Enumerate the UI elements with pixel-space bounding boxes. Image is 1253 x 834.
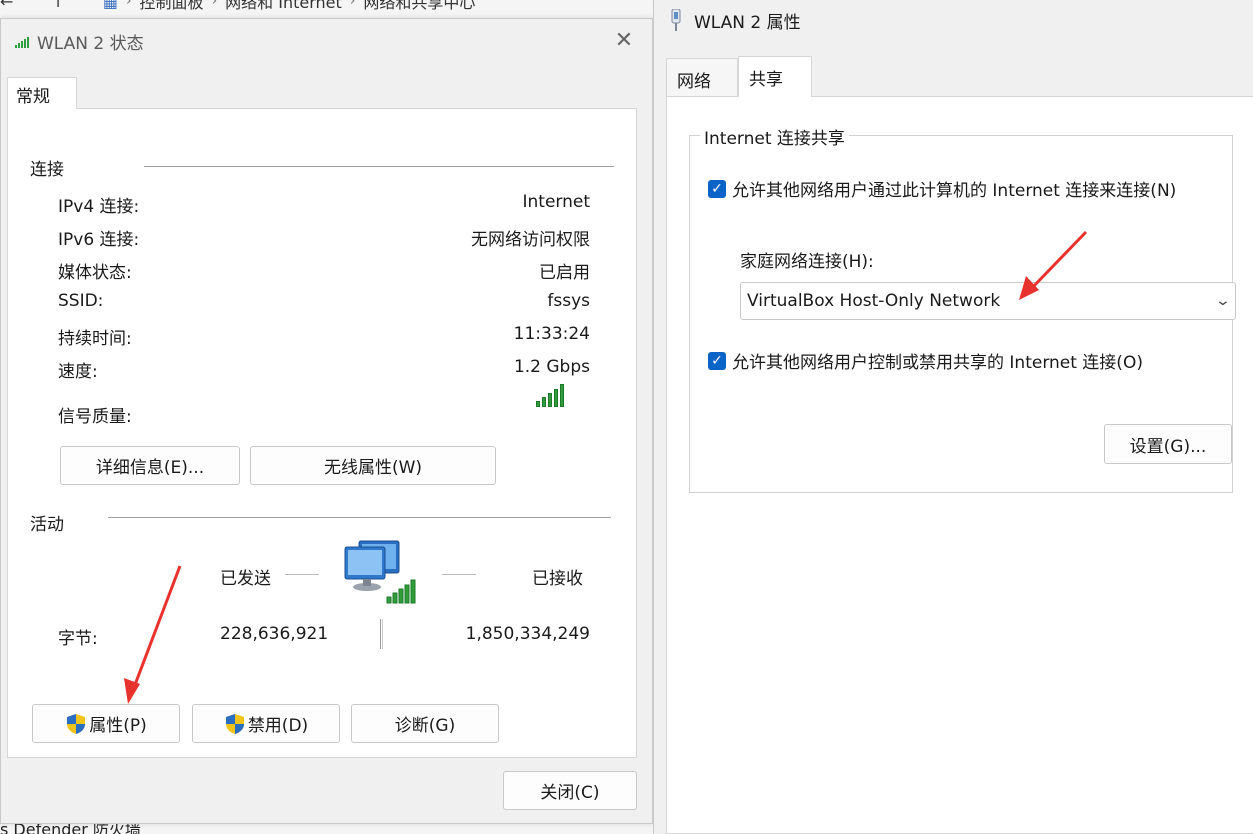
checkbox-checked-icon[interactable]: ✓ [708, 179, 726, 198]
received-line [442, 574, 476, 575]
bytes-divider [380, 619, 383, 649]
properties-dialog-title: WLAN 2 属性 [694, 12, 801, 33]
general-tab-panel: 连接 IPv4 连接: Internet IPv6 连接: 无网络访问权限 媒体… [7, 108, 637, 758]
breadcrumb-item[interactable]: 控制面板 [140, 0, 204, 13]
wifi-signal-icon [15, 36, 29, 48]
connection-group-label: 连接 [30, 160, 64, 180]
breadcrumb-item[interactable]: 网络和 Internet [225, 0, 342, 13]
bytes-received-value: 1,850,334,249 [465, 624, 590, 644]
disable-button-label: 禁用(D) [247, 716, 309, 736]
ipv4-label: IPv4 连接: [58, 197, 140, 217]
close-button[interactable]: 关闭(C) [503, 771, 637, 810]
network-adapter-icon [671, 9, 681, 31]
allow-connect-option[interactable]: ✓ 允许其他网络用户通过此计算机的 Internet 连接来连接(N) [708, 176, 1176, 201]
details-button[interactable]: 详细信息(E)... [60, 446, 240, 485]
home-network-label: 家庭网络连接(H): [740, 252, 874, 272]
breadcrumb-separator-icon: › [211, 0, 218, 9]
allow-control-option[interactable]: ✓ 允许其他网络用户控制或禁用共享的 Internet 连接(O) [708, 348, 1143, 373]
media-state-value: 已启用 [539, 263, 590, 283]
breadcrumb-separator-icon: › [349, 0, 356, 9]
tab-network[interactable]: 网络 [666, 58, 738, 96]
breadcrumb-item[interactable]: 网络和共享中心 [363, 0, 475, 13]
sent-label: 已发送 [220, 569, 271, 589]
wlan-status-dialog: WLAN 2 状态 ✕ 常规 连接 IPv4 连接: Internet IPv6… [0, 18, 653, 824]
ipv6-label: IPv6 连接: [58, 230, 140, 250]
signal-quality-icon [536, 384, 564, 407]
speed-value: 1.2 Gbps [513, 357, 590, 377]
settings-button[interactable]: 设置(G)... [1104, 424, 1232, 464]
chevron-down-icon: ⌄ [1214, 293, 1232, 309]
received-label: 已接收 [532, 569, 583, 589]
up-arrow-icon[interactable]: ↑ [51, 0, 64, 11]
wlan-properties-dialog: WLAN 2 属性 网络 共享 Internet 连接共享 ✓ 允许其他网络用户… [653, 0, 1253, 834]
ipv4-value: Internet [522, 192, 590, 212]
close-icon[interactable]: ✕ [612, 29, 636, 53]
allow-connect-label: 允许其他网络用户通过此计算机的 Internet 连接来连接(N) [732, 181, 1177, 201]
ssid-label: SSID: [58, 291, 104, 311]
back-arrow-icon[interactable]: ← [0, 0, 13, 11]
properties-titlebar: WLAN 2 属性 [654, 0, 1253, 40]
ssid-value: fssys [547, 291, 590, 311]
status-titlebar: WLAN 2 状态 [1, 19, 652, 64]
disable-button[interactable]: 禁用(D) [192, 704, 340, 743]
control-panel-icon: ▦ [102, 0, 118, 11]
duration-label: 持续时间: [58, 329, 132, 349]
status-dialog-title: WLAN 2 状态 [37, 34, 144, 54]
tab-general[interactable]: 常规 [7, 77, 77, 109]
media-state-label: 媒体状态: [58, 263, 132, 283]
uac-shield-icon [67, 713, 86, 734]
wireless-properties-button[interactable]: 无线属性(W) [250, 446, 496, 485]
bytes-label: 字节: [58, 629, 98, 649]
sent-line [285, 574, 319, 575]
signal-quality-label: 信号质量: [58, 407, 132, 427]
ics-groupbox: Internet 连接共享 ✓ 允许其他网络用户通过此计算机的 Internet… [689, 124, 1236, 493]
bytes-sent-value: 228,636,921 [220, 624, 329, 644]
diagnose-button[interactable]: 诊断(G) [351, 704, 499, 743]
sharing-tab-panel: Internet 连接共享 ✓ 允许其他网络用户通过此计算机的 Internet… [666, 96, 1253, 834]
breadcrumb: ← ↑ ▦ › 控制面板 › 网络和 Internet › 网络和共享中心 [0, 0, 640, 13]
allow-control-label: 允许其他网络用户控制或禁用共享的 Internet 连接(O) [732, 353, 1143, 373]
tab-sharing[interactable]: 共享 [738, 56, 812, 97]
breadcrumb-separator-icon: › [125, 0, 132, 9]
checkbox-checked-icon[interactable]: ✓ [708, 351, 726, 370]
ics-group-title: Internet 连接共享 [700, 124, 849, 149]
home-network-select[interactable]: VirtualBox Host-Only Network ⌄ [740, 282, 1236, 320]
activity-group-label: 活动 [30, 515, 64, 535]
home-network-value: VirtualBox Host-Only Network [747, 291, 1001, 311]
uac-shield-icon [225, 713, 244, 734]
group-divider [108, 517, 611, 518]
properties-button[interactable]: 属性(P) [32, 704, 180, 743]
group-divider [144, 166, 614, 167]
speed-label: 速度: [58, 362, 98, 382]
properties-button-label: 属性(P) [89, 716, 147, 736]
ipv6-value: 无网络访问权限 [471, 230, 590, 250]
network-computers-icon [344, 540, 416, 604]
duration-value: 11:33:24 [513, 324, 590, 344]
